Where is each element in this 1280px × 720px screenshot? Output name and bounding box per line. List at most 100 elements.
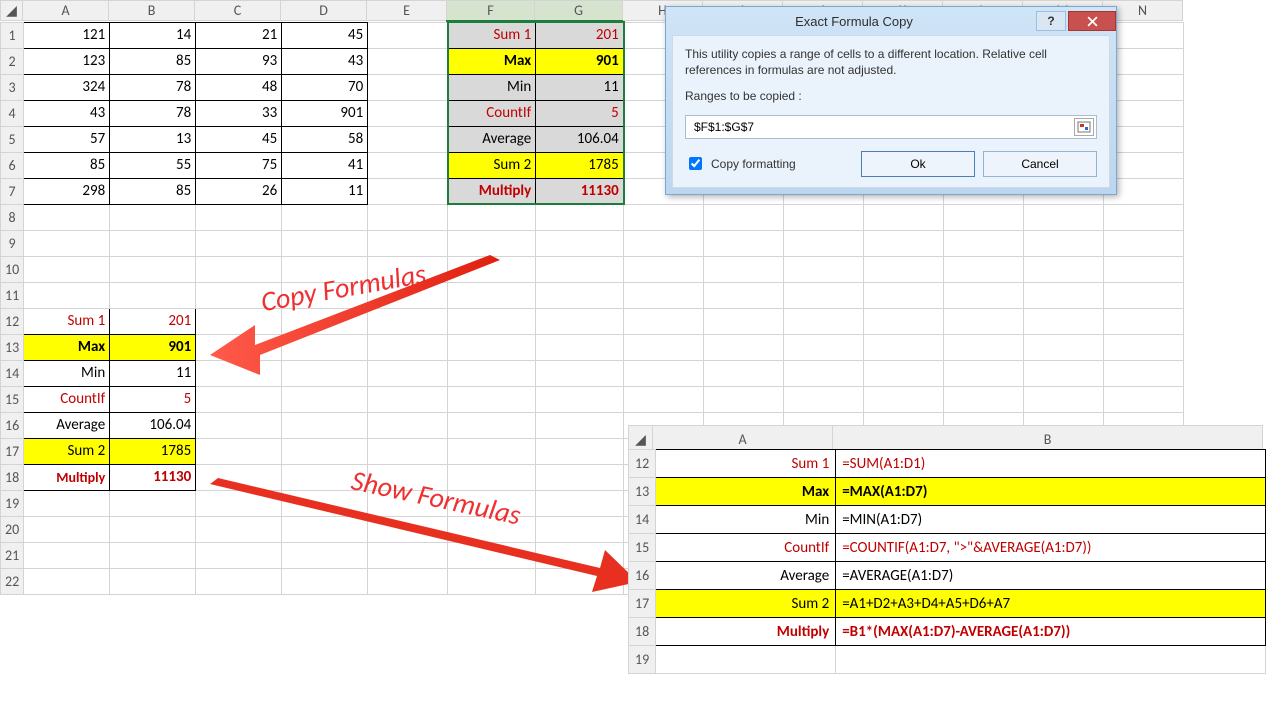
row-header[interactable]: 6 xyxy=(1,152,24,178)
cell[interactable] xyxy=(196,464,282,490)
inset-formula-cell[interactable]: =A1+D2+A3+D4+A5+D6+A7 xyxy=(836,590,1266,618)
cell[interactable]: 1785 xyxy=(110,438,196,464)
cell[interactable]: 85 xyxy=(110,178,196,204)
cell[interactable] xyxy=(944,334,1024,360)
cell[interactable] xyxy=(944,386,1024,412)
cell[interactable]: 324 xyxy=(24,74,110,100)
cell[interactable] xyxy=(536,386,624,412)
copy-formatting-checkbox[interactable]: Copy formatting xyxy=(685,154,853,173)
cell[interactable] xyxy=(536,256,624,282)
cell[interactable] xyxy=(624,256,704,282)
cell[interactable] xyxy=(1024,230,1104,256)
cell[interactable] xyxy=(368,568,448,594)
cell[interactable]: 201 xyxy=(536,22,624,48)
col-header-b[interactable]: B xyxy=(109,1,195,21)
cell[interactable] xyxy=(448,386,536,412)
cell[interactable] xyxy=(1104,386,1184,412)
cell[interactable] xyxy=(24,516,110,542)
close-button[interactable] xyxy=(1068,11,1116,31)
cell[interactable]: 57 xyxy=(24,126,110,152)
row-header[interactable]: 22 xyxy=(1,568,24,594)
cell[interactable] xyxy=(536,412,624,438)
cell[interactable]: 43 xyxy=(24,100,110,126)
cell[interactable]: 41 xyxy=(282,152,368,178)
cell[interactable] xyxy=(448,438,536,464)
cell[interactable]: 48 xyxy=(196,74,282,100)
cell[interactable] xyxy=(1104,360,1184,386)
cell[interactable] xyxy=(536,464,624,490)
cell[interactable] xyxy=(196,568,282,594)
cell[interactable] xyxy=(1104,256,1184,282)
cell[interactable]: 93 xyxy=(196,48,282,74)
cell[interactable] xyxy=(784,360,864,386)
cell[interactable] xyxy=(110,568,196,594)
cell[interactable]: Max xyxy=(24,334,110,360)
cell[interactable]: Sum 1 xyxy=(448,22,536,48)
inset-row-header[interactable]: 18 xyxy=(629,618,656,646)
cell[interactable] xyxy=(368,230,448,256)
cell[interactable]: Min xyxy=(24,360,110,386)
row-header[interactable]: 20 xyxy=(1,516,24,542)
inset-row-header[interactable]: 14 xyxy=(629,506,656,534)
cell[interactable] xyxy=(1104,308,1184,334)
cell[interactable] xyxy=(368,542,448,568)
cell[interactable] xyxy=(196,490,282,516)
cell[interactable]: 11130 xyxy=(110,464,196,490)
cell[interactable] xyxy=(448,256,536,282)
cell[interactable]: CountIf xyxy=(24,386,110,412)
col-header-f[interactable]: F xyxy=(447,1,535,21)
cell[interactable] xyxy=(110,282,196,308)
cell[interactable] xyxy=(536,490,624,516)
select-all-corner[interactable]: ◢ xyxy=(1,1,23,21)
cell[interactable] xyxy=(282,230,368,256)
inset-row-header[interactable]: 13 xyxy=(629,478,656,506)
cell[interactable] xyxy=(1024,256,1104,282)
cell[interactable]: Sum 2 xyxy=(24,438,110,464)
cell[interactable]: Sum 2 xyxy=(448,152,536,178)
row-header[interactable]: 15 xyxy=(1,386,24,412)
inset-label-cell[interactable]: Sum 1 xyxy=(656,450,836,478)
cell[interactable] xyxy=(282,568,368,594)
cell[interactable] xyxy=(536,360,624,386)
cell[interactable] xyxy=(110,490,196,516)
cell[interactable] xyxy=(24,490,110,516)
cell[interactable] xyxy=(196,438,282,464)
cell[interactable] xyxy=(704,230,784,256)
cell[interactable] xyxy=(196,516,282,542)
cell[interactable]: Multiply xyxy=(24,464,110,490)
row-header[interactable]: 12 xyxy=(1,308,24,334)
range-selector-icon[interactable] xyxy=(1074,118,1094,136)
cell[interactable] xyxy=(282,516,368,542)
cell[interactable] xyxy=(624,230,704,256)
cell[interactable] xyxy=(624,204,704,230)
cell[interactable]: 78 xyxy=(110,100,196,126)
cell[interactable] xyxy=(368,334,448,360)
row-header[interactable]: 4 xyxy=(1,100,24,126)
cell[interactable] xyxy=(1024,308,1104,334)
cell[interactable]: 78 xyxy=(110,74,196,100)
help-button[interactable]: ? xyxy=(1036,11,1066,31)
cell[interactable] xyxy=(368,100,448,126)
cell[interactable]: 123 xyxy=(24,48,110,74)
inset-row-header[interactable]: 17 xyxy=(629,590,656,618)
cell[interactable] xyxy=(704,308,784,334)
cell[interactable]: Average xyxy=(448,126,536,152)
cell[interactable] xyxy=(624,334,704,360)
cell[interactable] xyxy=(944,308,1024,334)
cell[interactable]: 5 xyxy=(536,100,624,126)
cell[interactable] xyxy=(196,334,282,360)
cell[interactable] xyxy=(196,256,282,282)
cell[interactable] xyxy=(196,542,282,568)
cell[interactable] xyxy=(784,282,864,308)
cell[interactable] xyxy=(110,256,196,282)
cell[interactable] xyxy=(944,230,1024,256)
cell[interactable] xyxy=(368,74,448,100)
inset-label-cell[interactable]: Sum 2 xyxy=(656,590,836,618)
cell[interactable]: 43 xyxy=(282,48,368,74)
row-header[interactable]: 2 xyxy=(1,48,24,74)
cell[interactable] xyxy=(536,308,624,334)
cell[interactable] xyxy=(368,438,448,464)
cell[interactable] xyxy=(368,308,448,334)
cell[interactable]: 58 xyxy=(282,126,368,152)
row-header[interactable]: 21 xyxy=(1,542,24,568)
